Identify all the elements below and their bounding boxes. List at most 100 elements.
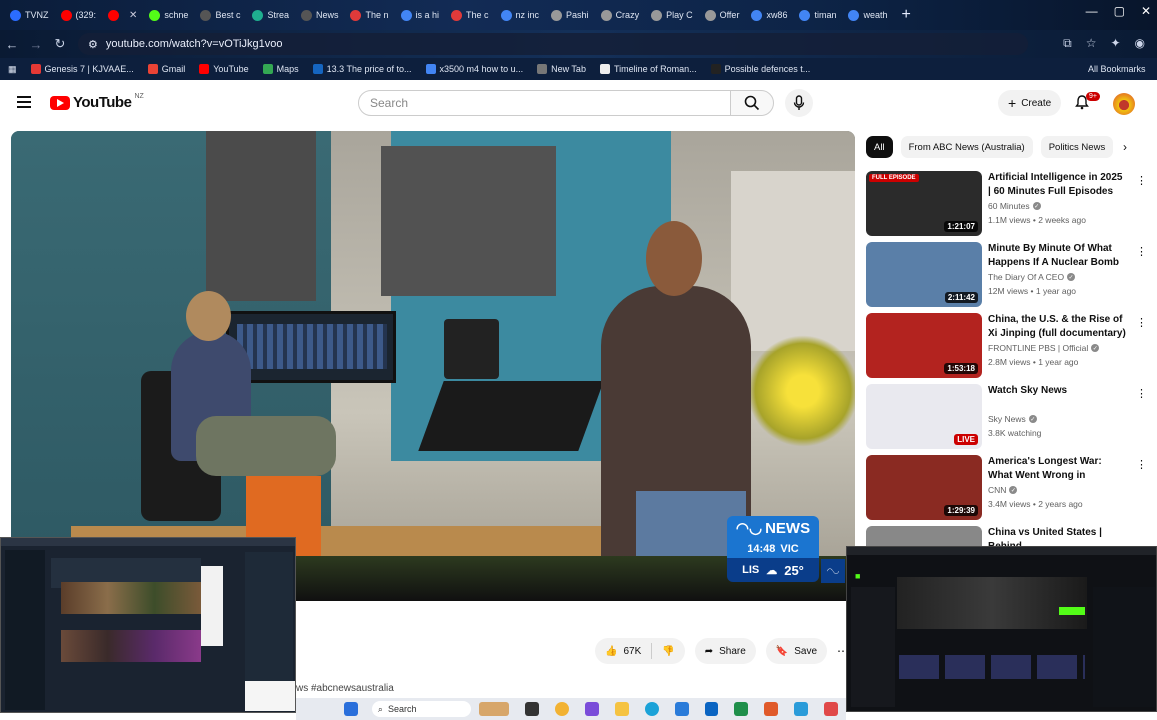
file-explorer-icon[interactable]	[614, 702, 629, 716]
save-button[interactable]: 🔖 Save	[765, 638, 828, 664]
dislike-button[interactable]: 👎	[652, 638, 684, 664]
browser-tab[interactable]: Offer	[699, 3, 746, 27]
browser-tab[interactable]: timan	[793, 3, 842, 27]
bookmark-item[interactable]: New Tab	[537, 64, 586, 74]
video-title[interactable]: America's Longest War: What Went Wrong i…	[988, 455, 1128, 483]
app-icon[interactable]	[734, 702, 749, 716]
browser-tab[interactable]: xw86	[745, 3, 793, 27]
video-thumbnail[interactable]: FULL EPISODE 1:21:07	[866, 171, 982, 236]
apps-icon[interactable]: ▦	[8, 64, 17, 75]
cast-icon[interactable]: ⧉	[1063, 36, 1072, 51]
task-view-icon[interactable]	[525, 702, 539, 716]
search-button[interactable]	[730, 90, 774, 116]
site-info-icon[interactable]: ⚙	[88, 38, 98, 51]
channel-name-row[interactable]: FRONTLINE PBS | Official ✓	[988, 343, 1100, 353]
video-title[interactable]: Watch Sky News	[988, 384, 1128, 398]
more-options-icon[interactable]: ⋮	[1136, 387, 1147, 400]
more-options-icon[interactable]: ⋮	[1136, 245, 1147, 258]
browser-tab[interactable]: is a hi	[395, 3, 446, 27]
browser-tab[interactable]: Crazy	[595, 3, 646, 27]
windows-start-icon[interactable]	[344, 702, 358, 716]
more-options-icon[interactable]: ⋮	[1136, 316, 1147, 329]
minimize-icon[interactable]: —	[1086, 4, 1098, 18]
bookmark-item[interactable]: Possible defences t...	[710, 64, 810, 74]
browser-tab[interactable]: weath	[842, 3, 893, 27]
app-icon[interactable]	[794, 702, 809, 716]
reload-icon[interactable]: ↻	[48, 36, 72, 52]
widget-icon[interactable]	[479, 702, 510, 716]
channel-name-row[interactable]: The Diary Of A CEO ✓	[988, 272, 1076, 282]
bookmark-item[interactable]: Maps	[262, 64, 299, 74]
voice-search-button[interactable]	[785, 89, 813, 117]
browser-tab[interactable]: TVNZ	[4, 3, 55, 27]
recommended-video[interactable]: 1:53:18 China, the U.S. & the Rise of Xi …	[866, 313, 1151, 379]
like-button[interactable]: 👍 67K	[595, 638, 651, 664]
chrome-icon[interactable]	[554, 702, 569, 716]
browser-tab[interactable]: The c	[445, 3, 495, 27]
bookmark-item[interactable]: YouTube	[199, 64, 249, 74]
extensions-icon[interactable]: ✦	[1110, 36, 1120, 51]
bookmark-item[interactable]: 13.3 The price of to...	[312, 64, 412, 74]
filter-chip[interactable]: Politics News	[1040, 136, 1114, 158]
browser-tab[interactable]: (329:	[55, 3, 103, 27]
taskbar-search[interactable]: ⌕ Search	[371, 701, 472, 717]
video-title[interactable]: China, the U.S. & the Rise of Xi Jinping…	[988, 313, 1128, 341]
video-thumbnail[interactable]: 1:53:18	[866, 313, 982, 378]
more-options-icon[interactable]: ⋮	[1136, 458, 1147, 471]
youtube-logo[interactable]: YouTube NZ	[50, 93, 144, 111]
kick-stream-overlay[interactable]: ■	[846, 546, 1157, 712]
all-bookmarks[interactable]: All Bookmarks	[1088, 64, 1146, 74]
video-player[interactable]: ◠◡ NEWS 14:48 VIC LIS ☁ 25° ◠◡	[11, 131, 855, 601]
maximize-icon[interactable]: ▢	[1114, 4, 1125, 18]
casino-stream-overlay[interactable]	[0, 537, 296, 713]
chevron-right-icon[interactable]: ›	[1123, 140, 1127, 154]
recommended-video[interactable]: 1:29:39 America's Longest War: What Went …	[866, 455, 1151, 521]
forward-icon[interactable]: →	[24, 37, 48, 52]
recommended-video[interactable]: LIVE Watch Sky News Sky News ✓ 3.8K watching…	[866, 384, 1151, 450]
browser-tab[interactable]: nz inc	[495, 3, 546, 27]
more-options-icon[interactable]: ⋮	[1136, 174, 1147, 187]
close-window-icon[interactable]: ✕	[1141, 4, 1151, 18]
bookmark-item[interactable]: Genesis 7 | KJVAAE...	[30, 64, 134, 74]
profile-icon[interactable]: ◉	[1135, 36, 1145, 51]
bookmark-item[interactable]: x3500 m4 how to u...	[425, 64, 523, 74]
channel-name-row[interactable]: Sky News ✓	[988, 414, 1037, 424]
edge-icon[interactable]	[644, 702, 659, 716]
account-avatar[interactable]	[1113, 93, 1135, 115]
bookmark-item[interactable]: Gmail	[147, 64, 185, 74]
browser-tab[interactable]: Strea	[246, 3, 295, 27]
video-title[interactable]: Artificial Intelligence in 2025 | 60 Min…	[988, 171, 1128, 199]
recommended-video[interactable]: 2:11:42 Minute By Minute Of What Happens …	[866, 242, 1151, 308]
filter-chip[interactable]: From ABC News (Australia)	[900, 136, 1033, 158]
video-thumbnail[interactable]: LIVE	[866, 384, 982, 449]
filter-chip[interactable]: All	[866, 136, 893, 158]
url-field[interactable]: ⚙ youtube.com/watch?v=vOTiJkg1voo	[78, 33, 1028, 55]
video-thumbnail[interactable]: 1:29:39	[866, 455, 982, 520]
app-icon[interactable]	[824, 702, 839, 716]
back-icon[interactable]: ←	[0, 37, 24, 52]
new-tab-icon[interactable]: +	[894, 6, 919, 24]
video-title[interactable]: Minute By Minute Of What Happens If A Nu…	[988, 242, 1128, 270]
browser-tab[interactable]: The n	[344, 3, 394, 27]
browser-tab[interactable]: schne	[143, 3, 194, 27]
video-thumbnail[interactable]: 2:11:42	[866, 242, 982, 307]
browser-tab[interactable]: ✕	[102, 3, 143, 27]
bookmark-item[interactable]: Timeline of Roman...	[599, 64, 697, 74]
channel-name-row[interactable]: 60 Minutes ✓	[988, 201, 1041, 211]
browser-tab[interactable]: Pashi	[545, 3, 595, 27]
store-icon[interactable]	[704, 702, 719, 716]
app-icon[interactable]	[584, 702, 599, 716]
mail-icon[interactable]	[674, 702, 689, 716]
bookmark-star-icon[interactable]: ☆	[1086, 36, 1097, 51]
video-hashtags[interactable]: ws #abcnewsaustralia	[296, 683, 394, 694]
browser-tab[interactable]: Play C	[645, 3, 699, 27]
app-icon[interactable]	[764, 702, 779, 716]
tab-close-icon[interactable]: ✕	[129, 10, 137, 21]
share-button[interactable]: ➦ Share	[694, 638, 756, 664]
create-button[interactable]: + Create	[998, 90, 1062, 116]
browser-tab[interactable]: News	[295, 3, 345, 27]
browser-tab[interactable]: Best c	[194, 3, 246, 27]
recommended-video[interactable]: FULL EPISODE 1:21:07 Artificial Intelligen…	[866, 171, 1151, 237]
menu-icon[interactable]	[17, 96, 31, 108]
channel-name-row[interactable]: CNN ✓	[988, 485, 1018, 495]
